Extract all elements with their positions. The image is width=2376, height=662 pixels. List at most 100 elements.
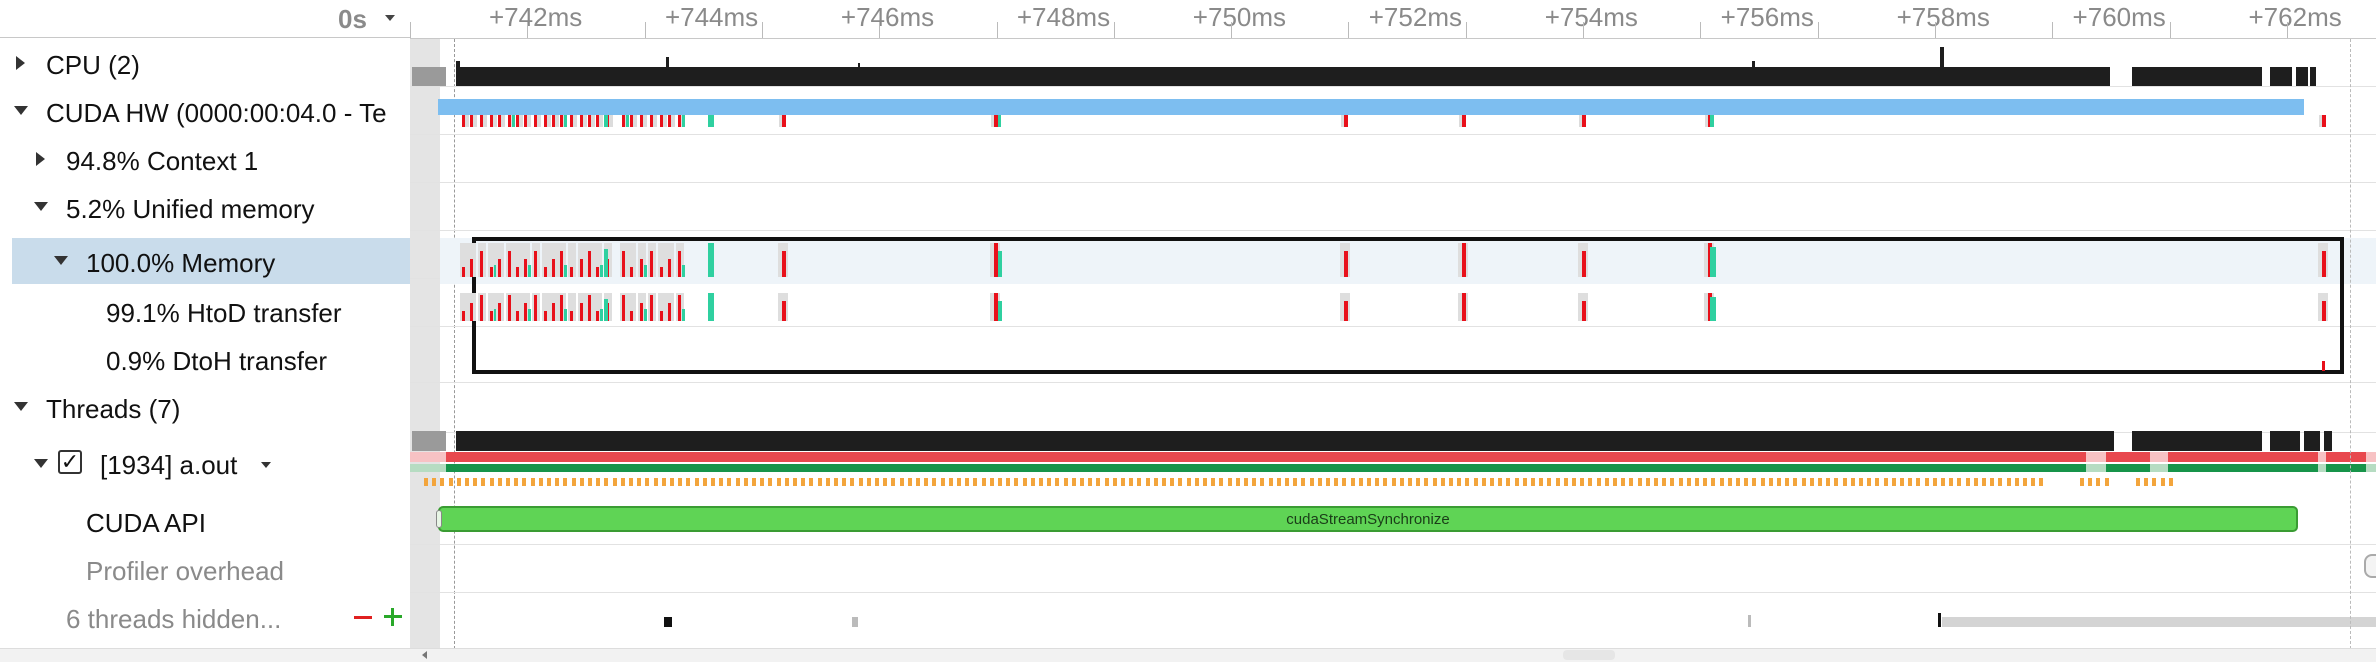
tree-row-context[interactable]: 94.8% Context 1 xyxy=(0,134,410,182)
row-separator xyxy=(410,382,2376,383)
row-separator xyxy=(410,544,2376,545)
thread-overhead-mark xyxy=(1146,478,1150,486)
thread-overhead-mark xyxy=(1400,478,1404,486)
memory-mark-teal xyxy=(564,309,567,321)
thread-overhead-mark xyxy=(473,478,477,486)
scroll-left-arrow-icon[interactable] xyxy=(422,651,427,659)
thread-overhead-mark xyxy=(842,478,846,486)
collapse-icon[interactable] xyxy=(14,106,28,115)
ruler-tick-mark xyxy=(879,22,881,38)
memory-track[interactable] xyxy=(410,239,2376,283)
memory-mark xyxy=(1462,243,1466,277)
thread-overhead-mark xyxy=(1982,478,1986,486)
thread-overhead-mark xyxy=(859,478,863,486)
htod-track[interactable] xyxy=(410,289,2376,329)
expand-icon[interactable] xyxy=(16,56,25,70)
thread-overhead-mark xyxy=(1605,478,1609,486)
api-call-bar[interactable]: cudaStreamSynchronize xyxy=(438,506,2298,532)
time-ruler[interactable]: 0s +742ms +744ms +746ms +748ms +750ms +752ms +… xyxy=(338,0,2376,39)
thread-overhead-mark xyxy=(752,478,756,486)
tree-row-process[interactable]: ✓ [1934] a.out xyxy=(0,432,410,494)
thread-overhead-mark xyxy=(1687,478,1691,486)
thread-overhead-mark xyxy=(1564,478,1568,486)
memory-mark xyxy=(490,311,493,321)
memory-mark xyxy=(560,251,563,277)
kernel-bar[interactable] xyxy=(438,99,2304,115)
thread-overhead-mark xyxy=(1761,478,1765,486)
collapse-icon[interactable] xyxy=(34,202,48,211)
tree-row-unified-memory[interactable]: 5.2% Unified memory xyxy=(0,182,410,230)
thread-overhead-mark xyxy=(1638,478,1642,486)
thread-overhead-mark xyxy=(613,478,617,486)
hw-transfer-ghost xyxy=(779,115,782,127)
thread-overhead-mark xyxy=(1047,478,1051,486)
thread-busy-segment xyxy=(2324,431,2332,451)
memory-mark xyxy=(552,259,555,277)
collapse-icon[interactable] xyxy=(14,402,28,411)
tree-row-hidden-threads[interactable]: 6 threads hidden... xyxy=(0,592,410,640)
cuda-hw-track[interactable] xyxy=(410,115,2376,131)
thread-overhead-mark xyxy=(1474,478,1478,486)
thread-overhead-mark xyxy=(432,478,436,486)
time-origin[interactable]: 0s xyxy=(338,4,367,35)
thread-overhead-mark xyxy=(2007,478,2011,486)
tree-row-dtoh[interactable]: 0.9% DtoH transfer xyxy=(0,334,410,382)
collapse-icon[interactable] xyxy=(34,459,48,468)
process-checkbox[interactable]: ✓ xyxy=(58,450,82,474)
tree-row-profiler-overhead[interactable]: Profiler overhead xyxy=(0,544,410,592)
thread-overhead-mark xyxy=(1752,478,1756,486)
cpu-busy-segment xyxy=(2270,67,2292,86)
dropdown-icon[interactable] xyxy=(261,462,271,468)
thread-overhead-mark xyxy=(678,478,682,486)
ruler-tick-mark xyxy=(644,22,646,38)
thread-overhead-mark xyxy=(1531,478,1535,486)
thread-overhead-mark xyxy=(424,478,428,486)
timeline-area[interactable]: cudaStreamSynchronize xyxy=(410,39,2376,649)
tree-row-cpu[interactable]: CPU (2) xyxy=(0,38,410,86)
tree-label-memory: 100.0% Memory xyxy=(86,248,276,278)
thread-overhead-mark xyxy=(1039,478,1043,486)
thread-overhead-mark xyxy=(1490,478,1494,486)
expand-icon[interactable] xyxy=(36,152,45,166)
tree-row-htod[interactable]: 99.1% HtoD transfer xyxy=(0,286,410,334)
thread-overhead-mark xyxy=(932,478,936,486)
cpu-activity-track[interactable] xyxy=(410,39,2376,86)
dtoh-mark[interactable] xyxy=(2322,361,2325,371)
thread-overhead-mark xyxy=(686,478,690,486)
hw-transfer-ghost xyxy=(465,115,469,127)
row-separator xyxy=(410,86,2376,87)
thread-overhead-mark xyxy=(1629,478,1633,486)
thread-activity-track[interactable] xyxy=(410,429,2376,451)
memory-mark xyxy=(630,311,633,321)
collapse-icon[interactable] xyxy=(54,256,68,265)
thread-overhead-mark xyxy=(1744,478,1748,486)
thread-overhead-mark xyxy=(1957,478,1961,486)
memory-mark xyxy=(560,295,563,321)
hw-transfer-ghost xyxy=(1579,115,1582,127)
plus-icon[interactable] xyxy=(384,608,402,626)
overflow-handle-icon[interactable] xyxy=(2364,554,2376,578)
thread-overhead-mark xyxy=(1178,478,1182,486)
tree-row-cuda-api[interactable]: CUDA API xyxy=(0,496,410,544)
tree-row-cuda-hw[interactable]: CUDA HW (0000:00:04.0 - Te xyxy=(0,86,410,134)
scrollbar-thumb[interactable] xyxy=(1563,650,1615,660)
thread-overhead-mark xyxy=(924,478,928,486)
thread-overhead-mark xyxy=(793,478,797,486)
timeline-tree: CPU (2) CUDA HW (0000:00:04.0 - Te 94.8%… xyxy=(0,0,411,661)
thread-overhead-mark xyxy=(1375,478,1379,486)
memory-mark xyxy=(660,267,663,277)
thread-overhead-mark xyxy=(1925,478,1929,486)
thread-overhead-mark xyxy=(539,478,543,486)
thread-overhead-mark xyxy=(1424,478,1428,486)
horizontal-scrollbar[interactable] xyxy=(0,648,2376,662)
memory-mark xyxy=(588,251,591,277)
tree-row-memory[interactable]: 100.0% Memory xyxy=(12,238,410,284)
cpu-spike xyxy=(1752,61,1755,69)
thread-overhead-mark xyxy=(891,478,895,486)
origin-dropdown-icon[interactable] xyxy=(385,15,395,21)
hw-transfer-ghost xyxy=(633,115,637,127)
minus-icon[interactable] xyxy=(354,616,372,619)
thread-overhead-mark xyxy=(1351,478,1355,486)
tree-row-threads[interactable]: Threads (7) xyxy=(0,382,410,430)
thread-overhead-mark xyxy=(490,478,494,486)
